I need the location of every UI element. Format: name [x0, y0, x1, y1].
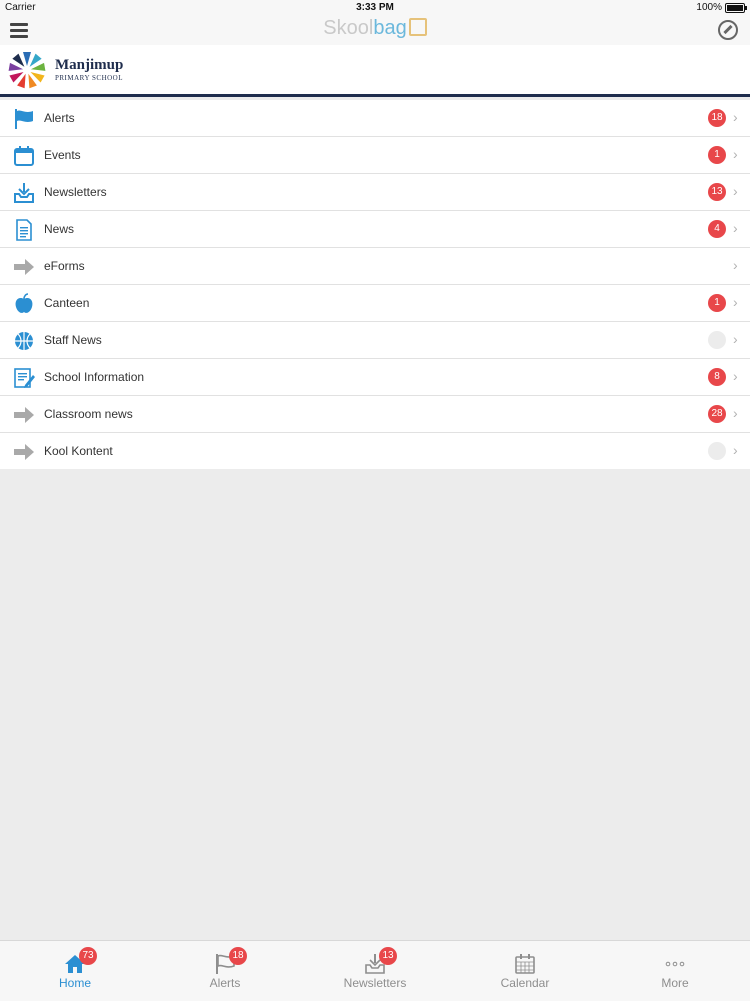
tab-badge: 13 [379, 947, 397, 965]
brand-text-bag: bag [373, 17, 407, 39]
tab-badge: 73 [79, 947, 97, 965]
notepad-icon [14, 368, 35, 388]
chevron-right-icon: › [733, 368, 738, 384]
inbox-download-icon [14, 183, 34, 203]
school-header: Manjimup PRIMARY SCHOOL [0, 45, 750, 97]
tab-label: More [661, 976, 689, 990]
menu-item-label: Canteen [44, 296, 90, 310]
count-badge [708, 331, 726, 349]
menu-item-eforms[interactable]: eForms › [0, 248, 750, 285]
tab-alerts[interactable]: 18 Alerts [150, 941, 300, 1001]
tab-more[interactable]: More [600, 941, 750, 1001]
menu-item-label: Staff News [44, 333, 102, 347]
menu-item-label: Events [44, 148, 81, 162]
chevron-right-icon: › [733, 220, 738, 236]
menu-item-alerts[interactable]: Alerts 18 › [0, 100, 750, 137]
school-name: Manjimup [55, 57, 124, 73]
menu-item-label: Alerts [44, 111, 75, 125]
school-subtitle: PRIMARY SCHOOL [55, 74, 124, 82]
school-logo-icon [8, 52, 46, 89]
menu-item-canteen[interactable]: Canteen 1 › [0, 285, 750, 322]
document-icon [16, 219, 32, 241]
tab-calendar[interactable]: Calendar [450, 941, 600, 1001]
battery-icon [725, 2, 747, 13]
clock: 3:33 PM [356, 2, 394, 13]
basketball-icon [15, 332, 33, 350]
bottom-tab-bar: 73 Home 18 Alerts 13 Newsletters Calenda… [0, 940, 750, 1001]
chevron-right-icon: › [733, 294, 738, 310]
count-badge: 18 [708, 109, 726, 127]
count-badge: 13 [708, 183, 726, 201]
chevron-right-icon: › [733, 442, 738, 458]
arrow-right-icon [14, 259, 34, 275]
tab-label: Alerts [209, 976, 241, 990]
menu-item-label: Newsletters [44, 185, 107, 199]
calendar-icon [515, 954, 535, 974]
count-badge: 28 [708, 405, 726, 423]
count-badge [708, 442, 726, 460]
calendar-icon [14, 146, 34, 166]
menu-item-classroom-news[interactable]: Classroom news 28 › [0, 396, 750, 433]
tab-badge: 18 [229, 947, 247, 965]
app-logo: Skoolbag [0, 17, 750, 40]
battery-indicator: 100% [696, 2, 747, 13]
menu-item-staff-news[interactable]: Staff News › [0, 322, 750, 359]
tab-label: Newsletters [343, 976, 407, 990]
menu-item-newsletters[interactable]: Newsletters 13 › [0, 174, 750, 211]
more-dots-icon [665, 961, 685, 967]
menu-item-label: School Information [44, 370, 145, 384]
count-badge: 1 [708, 146, 726, 164]
battery-percent: 100% [696, 2, 722, 13]
menu-item-events[interactable]: Events 1 › [0, 137, 750, 174]
arrow-right-icon [14, 444, 34, 460]
tab-label: Home [58, 976, 91, 990]
menu-item-label: News [44, 222, 75, 236]
chevron-right-icon: › [733, 331, 738, 347]
tab-label: Calendar [500, 976, 550, 990]
menu-item-label: Kool Kontent [44, 444, 113, 458]
chevron-right-icon: › [733, 183, 738, 199]
tab-newsletters[interactable]: 13 Newsletters [300, 941, 450, 1001]
menu-item-news[interactable]: News 4 › [0, 211, 750, 248]
status-bar: Carrier 3:33 PM 100% [0, 0, 750, 15]
books-icon [408, 18, 427, 36]
menu-item-label: Classroom news [44, 407, 133, 421]
brand-text-skool: Skool [323, 17, 374, 39]
navigation-bar: Skoolbag [0, 15, 750, 45]
flag-icon [15, 109, 33, 129]
apple-icon [15, 293, 33, 313]
sync-button[interactable] [718, 20, 738, 40]
menu-item-school-information[interactable]: School Information 8 › [0, 359, 750, 396]
tab-home[interactable]: 73 Home [0, 941, 150, 1001]
chevron-right-icon: › [733, 146, 738, 162]
chevron-right-icon: › [733, 405, 738, 421]
chevron-right-icon: › [733, 257, 738, 273]
home-menu-list: Alerts 18 › Events 1 › Newsletters 13 › [0, 100, 750, 469]
menu-item-kool-kontent[interactable]: Kool Kontent › [0, 433, 750, 469]
chevron-right-icon: › [733, 109, 738, 125]
count-badge: 8 [708, 368, 726, 386]
menu-item-label: eForms [44, 259, 85, 273]
count-badge: 4 [708, 220, 726, 238]
arrow-right-icon [14, 407, 34, 423]
count-badge: 1 [708, 294, 726, 312]
